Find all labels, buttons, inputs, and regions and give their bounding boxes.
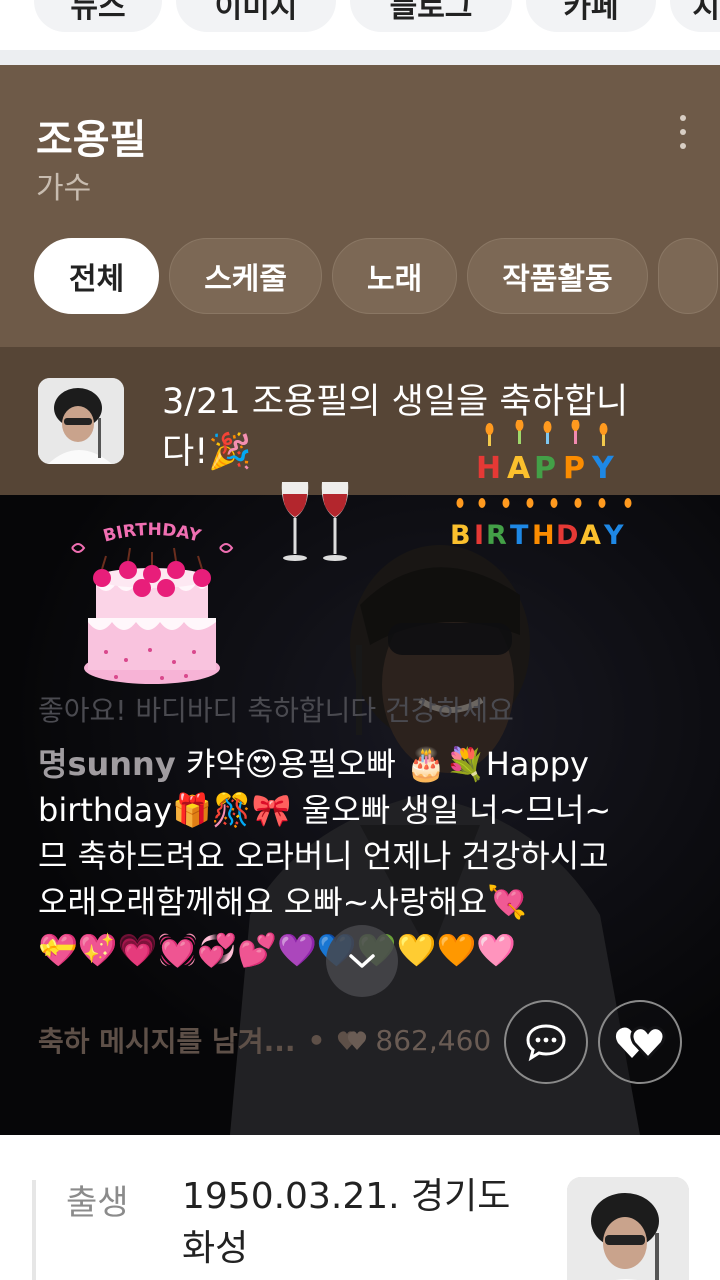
double-heart-icon	[615, 1026, 666, 1061]
like-count-value: 862,460	[375, 1023, 492, 1057]
like-count: 862,460	[337, 1024, 491, 1057]
hearts-emoji-row: 💝💖💗💓💞💕💜💙💚💛🧡🩷	[38, 931, 517, 969]
wine-glasses-decoration	[281, 482, 349, 561]
svg-text:P: P	[534, 451, 556, 486]
svg-text:D: D	[556, 520, 578, 551]
tab-overflow[interactable]	[657, 238, 718, 314]
artist-thumbnail	[38, 378, 124, 464]
like-button[interactable]	[598, 1000, 682, 1084]
top-tab-blog[interactable]: 블로그	[350, 0, 512, 32]
birthday-candles-decoration: B I R T H D A Y	[450, 498, 632, 551]
double-heart-icon	[338, 1031, 367, 1050]
artist-role: 가수	[36, 171, 92, 206]
tab-works[interactable]: 작품활동	[467, 238, 648, 314]
message-bar: 축하 메시지를 남겨... • 862,460	[38, 1015, 491, 1065]
happy-candles-decoration: H A P P Y	[476, 420, 615, 486]
svg-text:A: A	[580, 520, 601, 551]
filter-tabs: 전체 스케줄 노래 작품활동	[34, 238, 718, 314]
separator-dot: •	[307, 1023, 326, 1057]
svg-text:Y: Y	[603, 520, 624, 551]
comment-author[interactable]: 명sunny	[38, 745, 176, 783]
previous-comment: 좋아요! 바디바디 축하합니다 건강하세요	[38, 694, 514, 727]
svg-text:A: A	[507, 451, 531, 486]
birthday-cake-decoration: BIRTHDAY	[71, 522, 234, 684]
expand-button[interactable]	[326, 925, 398, 997]
top-tab-images[interactable]: 이미지	[176, 0, 336, 32]
top-tab-news[interactable]: 뉴스	[34, 0, 162, 32]
artist-name[interactable]: 조용필	[36, 107, 146, 165]
more-options-icon[interactable]	[676, 115, 690, 149]
svg-text:R: R	[486, 520, 507, 551]
birth-value: 1950.03.21. 경기도 화성	[182, 1176, 511, 1269]
tab-schedule[interactable]: 스케줄	[169, 238, 323, 314]
tab-songs[interactable]: 노래	[332, 238, 458, 314]
svg-text:H: H	[476, 451, 501, 486]
svg-text:P: P	[563, 451, 585, 486]
info-accent-bar	[32, 1180, 36, 1280]
artist-header: 조용필 가수 전체 스케줄 노래 작품활동	[0, 65, 720, 347]
comment-button[interactable]	[504, 1000, 588, 1084]
top-tab-cafe[interactable]: 카페	[526, 0, 656, 32]
svg-text:Y: Y	[591, 451, 615, 486]
top-nav: 뉴스 이미지 블로그 카페 지식	[0, 0, 720, 50]
section-divider	[0, 50, 720, 65]
tab-all[interactable]: 전체	[34, 238, 160, 314]
birth-label: 출생	[66, 1183, 129, 1223]
birthday-comment: 명sunny 캬약😍용필오빠 🎂💐Happy birthday🎁🎊🎀 울오빠 생…	[38, 741, 618, 925]
chevron-down-icon	[349, 954, 375, 968]
svg-text:B: B	[450, 520, 471, 551]
svg-text:BIRTHDAY: BIRTHDAY	[101, 522, 203, 547]
svg-text:T: T	[510, 520, 529, 551]
artist-info-section: 출생 1950.03.21. 경기도 화성	[0, 1135, 720, 1280]
top-tab-more[interactable]: 지식	[670, 0, 720, 32]
artist-profile-photo[interactable]	[567, 1177, 689, 1280]
leave-message-link[interactable]: 축하 메시지를 남겨...	[38, 1020, 296, 1060]
svg-text:H: H	[532, 520, 555, 551]
speech-bubble-icon	[526, 1024, 566, 1062]
svg-text:I: I	[474, 520, 484, 551]
